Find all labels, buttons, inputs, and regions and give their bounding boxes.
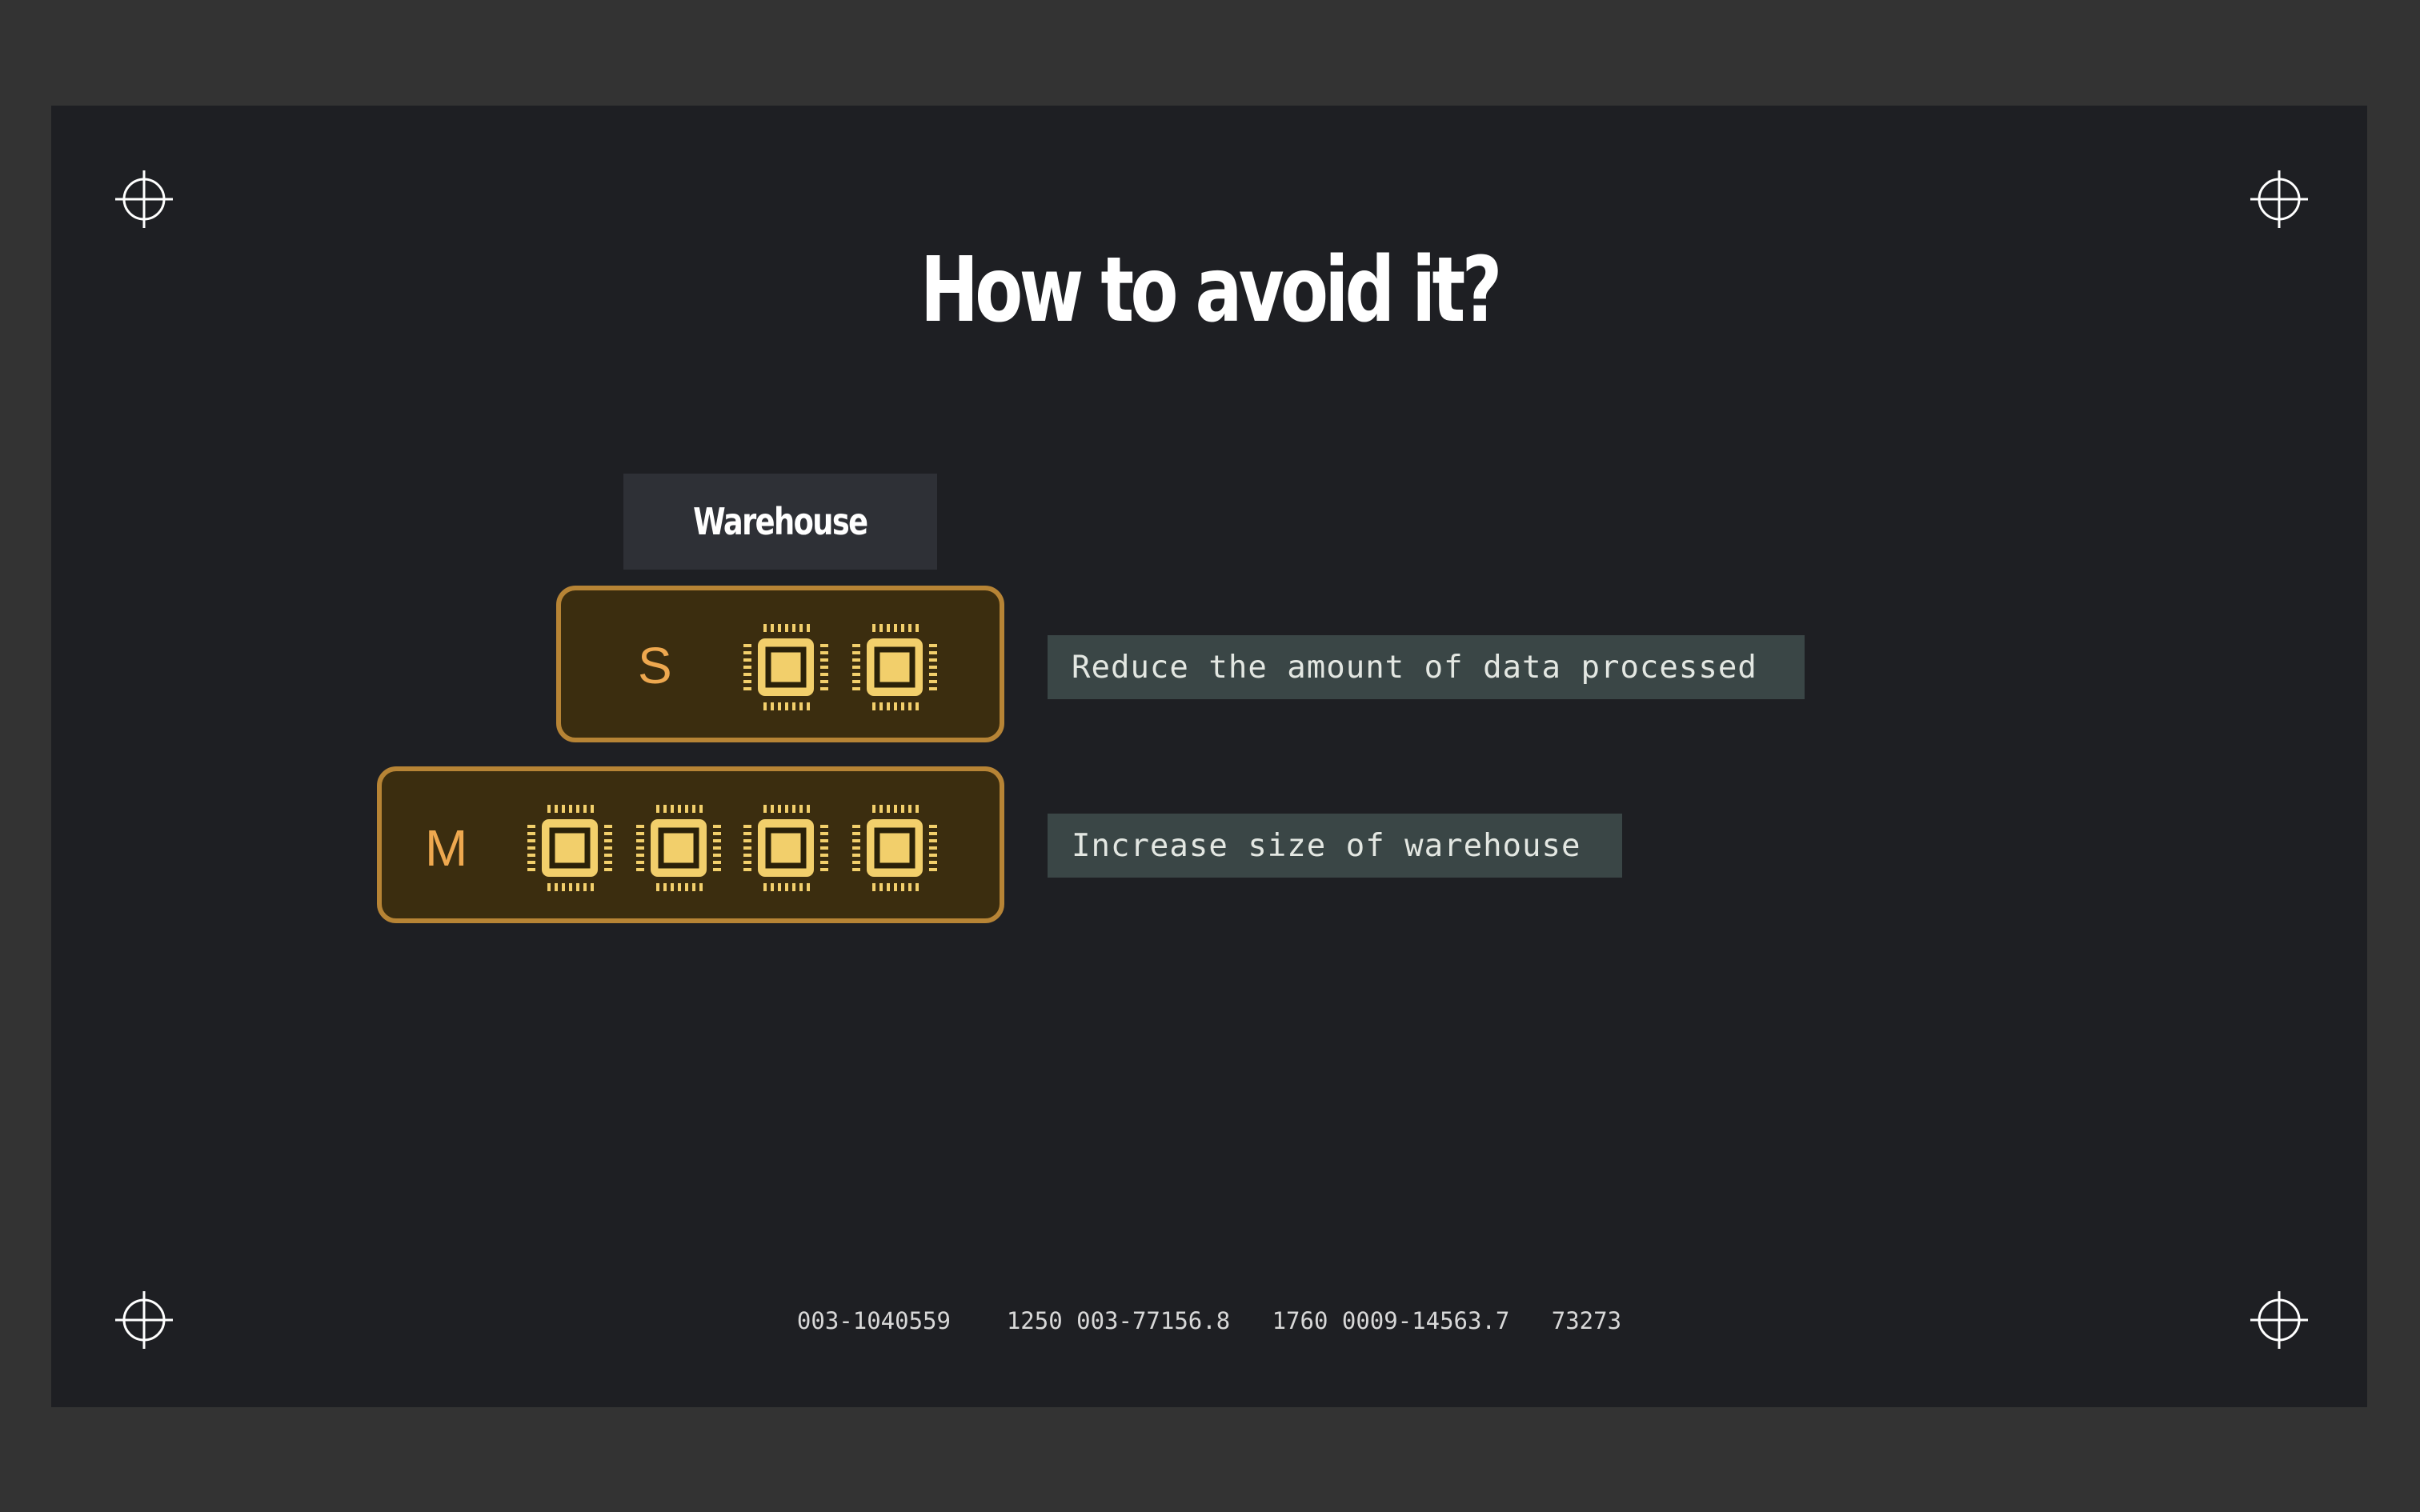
footer-code: 73273: [1551, 1307, 1622, 1334]
size-letter-m: M: [425, 819, 468, 877]
tip-reduce-data: Reduce the amount of data processed: [1048, 635, 1805, 699]
cpu-chip-icon: [851, 803, 939, 893]
size-letter-s: S: [638, 637, 672, 694]
cpu-chip-icon: [742, 622, 830, 712]
footer-code: 1760 0009-14563.7: [1272, 1307, 1510, 1334]
footer-codes: 003-1040559 1250 003-77156.8 1760 0009-1…: [51, 1307, 2367, 1334]
footer-code: 003-1040559: [796, 1307, 951, 1334]
cpu-chip-icon: [526, 803, 614, 893]
warehouse-label: Warehouse: [623, 474, 937, 570]
warehouse-label-text: Warehouse: [693, 500, 868, 543]
footer-code: 1250 003-77156.8: [1006, 1307, 1231, 1334]
cpu-chip-icon: [742, 803, 830, 893]
slide-title: How to avoid it?: [920, 238, 1502, 342]
slide: How to avoid it? Warehouse S M Reduce th…: [51, 106, 2367, 1407]
warehouse-size-s-box: S: [556, 586, 1004, 742]
warehouse-size-m-box: M: [377, 766, 1004, 923]
cpu-chip-icon: [851, 622, 939, 712]
crosshair-icon: [114, 169, 174, 230]
cpu-chip-icon: [635, 803, 723, 893]
crosshair-icon: [2249, 169, 2310, 230]
tip-increase-size: Increase size of warehouse: [1048, 814, 1622, 878]
